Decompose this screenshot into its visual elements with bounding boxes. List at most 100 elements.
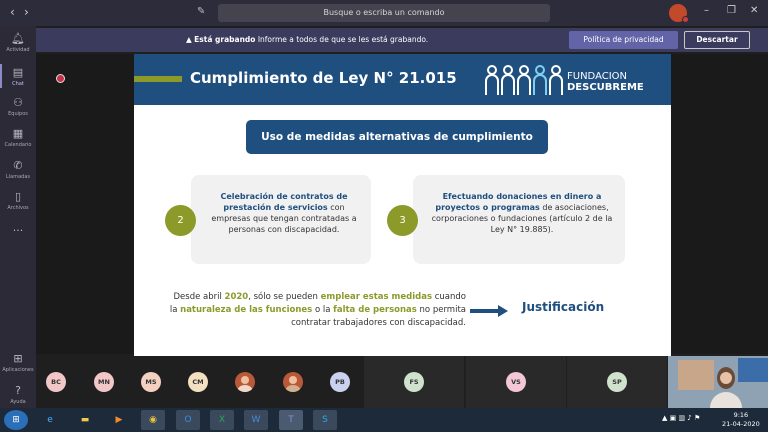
app-sidebar: 🔔︎ Actividad ▤ Chat ⚇ Equipos ▦ Calendar… <box>0 26 36 408</box>
option-card-2: Celebración de contratos de prestación d… <box>191 175 371 264</box>
recording-indicator-icon <box>56 74 65 83</box>
footnote-highlight: falta de personas <box>333 305 417 315</box>
participant-tile[interactable]: FS <box>364 356 464 408</box>
footnote-year: 2020 <box>224 292 249 302</box>
option-card-3: Efectuando donaciones en dinero a proyec… <box>413 175 625 264</box>
maximize-icon[interactable]: ❐ <box>727 5 736 16</box>
clock-date: 21-04-2020 <box>722 420 760 428</box>
chrome-icon[interactable]: ◉ <box>141 410 165 430</box>
sidebar-item-chat[interactable]: ▤ Chat <box>0 64 36 88</box>
header-accent-bar <box>134 76 182 82</box>
more-apps-button[interactable]: ··· <box>0 224 36 239</box>
shared-slide: Cumplimiento de Ley N° 21.015 FUNDACION … <box>134 54 671 356</box>
sidebar-item-label: Ayuda <box>10 399 26 405</box>
sidebar-item-label: Archivos <box>7 205 29 211</box>
participant-avatar[interactable]: CM <box>188 372 208 392</box>
bell-icon: 🔔︎ <box>11 32 25 45</box>
sidebar-item-calls[interactable]: ✆ Llamadas <box>0 159 36 180</box>
person-photo-icon <box>285 376 301 392</box>
recording-banner: ▲ Está grabando Informe a todos de que s… <box>36 28 768 52</box>
warning-icon: ▲ <box>186 35 192 44</box>
sidebar-item-label: Actividad <box>6 47 30 53</box>
participant-avatar[interactable]: MS <box>141 372 161 392</box>
sidebar-item-label: Chat <box>12 81 24 87</box>
fundacion-logo-icon <box>485 65 563 95</box>
title-bar: ‹ › ✎ Busque o escriba un comando – ❐ ✕ <box>0 0 768 26</box>
webcam-video-icon <box>668 356 768 408</box>
recording-text: Informe a todos de que se les está graba… <box>257 35 429 44</box>
footnote-part: , sólo se pueden <box>248 292 321 302</box>
footnote-part: o la <box>312 305 334 315</box>
sidebar-item-apps[interactable]: ⊞ Aplicaciones <box>0 352 36 373</box>
minimize-icon[interactable]: – <box>704 5 709 16</box>
system-tray-icons[interactable]: ▲ ▣ ▥ ♪ ⚑ <box>662 414 700 422</box>
participant-avatar: SP <box>607 372 627 392</box>
compose-icon[interactable]: ✎ <box>197 6 205 17</box>
privacy-policy-button[interactable]: Política de privacidad <box>569 31 678 49</box>
sidebar-item-activity[interactable]: 🔔︎ Actividad <box>0 32 36 53</box>
participant-photo-avatar[interactable] <box>235 372 255 392</box>
forward-icon[interactable]: › <box>24 5 29 19</box>
participant-avatar: FS <box>404 372 424 392</box>
sidebar-item-help[interactable]: ? Ayuda <box>0 384 36 405</box>
outlook-icon[interactable]: O <box>176 410 200 430</box>
participant-avatar[interactable]: PB <box>330 372 350 392</box>
footnote-part: Desde abril <box>173 292 225 302</box>
number-badge-2: 2 <box>165 205 196 236</box>
sidebar-item-teams[interactable]: ⚇ Equipos <box>0 96 36 117</box>
sidebar-item-label: Aplicaciones <box>2 367 34 373</box>
number-badge-3: 3 <box>387 205 418 236</box>
search-input[interactable]: Busque o escriba un comando <box>218 4 550 22</box>
participant-avatar[interactable]: BC <box>46 372 66 392</box>
back-icon[interactable]: ‹ <box>10 5 15 19</box>
sidebar-item-label: Equipos <box>8 111 28 117</box>
close-icon[interactable]: ✕ <box>750 5 758 16</box>
participant-tile[interactable]: SP <box>567 356 667 408</box>
participants-strip: BC MN MS CM PB FS VS SP <box>36 356 768 408</box>
windows-taskbar: ⊞ e ▬ ▶ ◉ O X W T S ▲ ▣ ▥ ♪ ⚑ 9:16 21-04… <box>0 408 768 432</box>
recording-title: Está grabando <box>194 35 256 44</box>
apps-icon: ⊞ <box>13 352 23 365</box>
participant-avatar: VS <box>506 372 526 392</box>
logo-text: FUNDACION DESCUBREME <box>567 71 644 93</box>
slide-footnote: Desde abril 2020, sólo se pueden emplear… <box>166 291 466 330</box>
slide-subtitle: Uso de medidas alternativas de cumplimie… <box>246 120 548 154</box>
participant-photo-avatar[interactable] <box>283 372 303 392</box>
participant-avatar[interactable]: MN <box>94 372 114 392</box>
sidebar-item-calendar[interactable]: ▦ Calendario <box>0 127 36 148</box>
more-icon: ··· <box>12 224 24 237</box>
teams-taskbar-icon[interactable]: T <box>279 410 303 430</box>
file-explorer-icon[interactable]: ▬ <box>73 410 97 430</box>
sidebar-item-label: Llamadas <box>5 174 31 180</box>
internet-explorer-icon[interactable]: e <box>38 410 62 430</box>
self-video-tile[interactable] <box>668 356 768 408</box>
teams-icon: ⚇ <box>13 96 23 109</box>
skype-icon[interactable]: S <box>313 410 337 430</box>
logo-line-1: FUNDACION <box>567 71 628 82</box>
slide-title: Cumplimiento de Ley N° 21.015 <box>190 69 457 87</box>
logo-line-2: DESCUBREME <box>567 82 644 93</box>
footnote-highlight: naturaleza de las funciones <box>180 305 313 315</box>
taskbar-clock[interactable]: 9:16 21-04-2020 <box>722 411 760 429</box>
footnote-highlight: emplear estas medidas <box>320 292 433 302</box>
recording-message: ▲ Está grabando Informe a todos de que s… <box>186 35 428 44</box>
excel-icon[interactable]: X <box>210 410 234 430</box>
sidebar-item-files[interactable]: ▯ Archivos <box>0 190 36 211</box>
justification-label: Justificación <box>522 300 605 314</box>
user-avatar[interactable] <box>669 4 689 23</box>
media-player-icon[interactable]: ▶ <box>107 410 131 430</box>
start-button[interactable]: ⊞ <box>4 410 28 430</box>
help-icon: ? <box>15 384 21 397</box>
chat-icon: ▤ <box>12 66 24 79</box>
person-photo-icon <box>237 376 253 392</box>
calendar-icon: ▦ <box>12 127 24 140</box>
sidebar-item-label: Calendario <box>4 142 32 148</box>
word-icon[interactable]: W <box>244 410 268 430</box>
dismiss-button[interactable]: Descartar <box>684 31 750 49</box>
slide-header: Cumplimiento de Ley N° 21.015 FUNDACION … <box>134 54 671 105</box>
arrow-right-icon <box>470 305 508 317</box>
participant-tile[interactable]: VS <box>466 356 566 408</box>
clock-time: 9:16 <box>733 411 749 419</box>
phone-icon: ✆ <box>13 159 23 172</box>
card-2-heading: Celebración de contratos de prestación d… <box>220 192 348 212</box>
